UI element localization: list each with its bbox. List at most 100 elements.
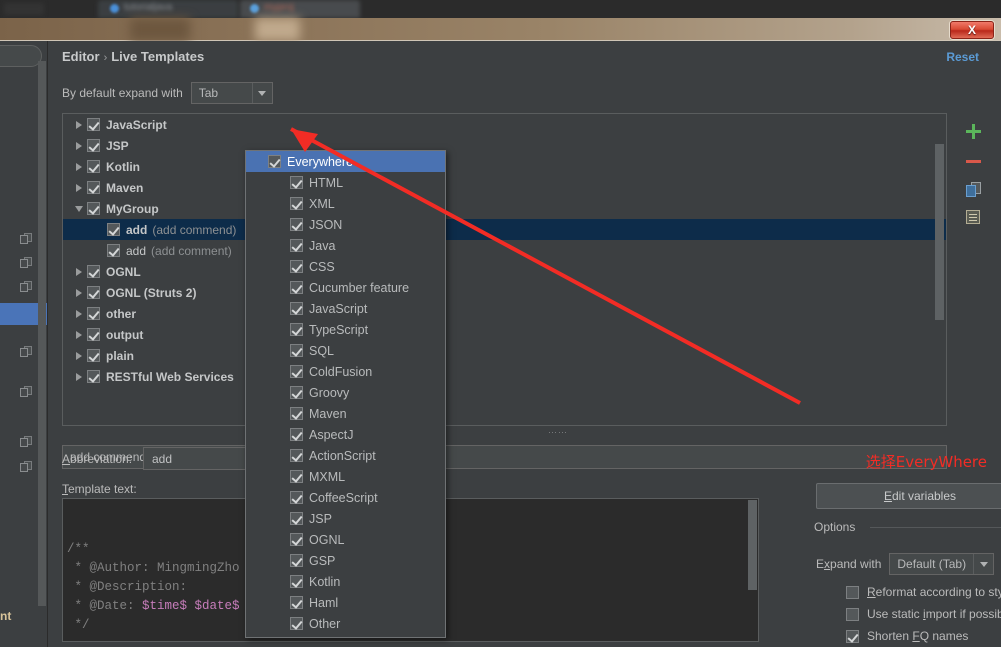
popup-context-row[interactable]: Kotlin bbox=[246, 571, 445, 592]
tree-item-checkbox[interactable] bbox=[87, 265, 100, 278]
popup-context-row[interactable]: AspectJ bbox=[246, 424, 445, 445]
tree-item-checkbox[interactable] bbox=[87, 160, 100, 173]
pane-splitter-handle[interactable]: ⋯⋯ bbox=[548, 427, 568, 438]
popup-context-checkbox[interactable] bbox=[290, 407, 303, 420]
popup-context-row[interactable]: Other bbox=[246, 613, 445, 634]
remove-template-button[interactable] bbox=[961, 149, 985, 173]
chevron-right-icon[interactable] bbox=[71, 183, 87, 192]
popup-context-checkbox[interactable] bbox=[290, 470, 303, 483]
popup-context-row[interactable]: CoffeeScript bbox=[246, 487, 445, 508]
tree-item-checkbox[interactable] bbox=[87, 139, 100, 152]
settings-search-input[interactable] bbox=[0, 45, 42, 67]
tree-item-checkbox[interactable] bbox=[87, 349, 100, 362]
popup-context-checkbox[interactable] bbox=[290, 323, 303, 336]
popup-context-checkbox[interactable] bbox=[290, 386, 303, 399]
window-close-button[interactable]: X bbox=[950, 21, 994, 39]
popup-context-row[interactable]: OGNL bbox=[246, 529, 445, 550]
context-selection-popup[interactable]: Everywhere HTML XML JSON Java CSS Cucumber fea… bbox=[245, 150, 446, 638]
popup-context-row[interactable]: Groovy bbox=[246, 382, 445, 403]
chevron-right-icon[interactable] bbox=[71, 288, 87, 297]
tree-row[interactable]: JSP bbox=[63, 135, 946, 156]
tree-row[interactable]: JavaScript bbox=[63, 114, 946, 135]
popup-context-checkbox[interactable] bbox=[290, 239, 303, 252]
tree-row[interactable]: Maven bbox=[63, 177, 946, 198]
popup-context-checkbox[interactable] bbox=[268, 155, 281, 168]
popup-context-row[interactable]: ColdFusion bbox=[246, 361, 445, 382]
popup-context-checkbox[interactable] bbox=[290, 533, 303, 546]
add-template-button[interactable] bbox=[961, 119, 985, 143]
reformat-checkbox[interactable] bbox=[846, 585, 859, 599]
popup-context-checkbox[interactable] bbox=[290, 281, 303, 294]
breadcrumb-root[interactable]: Editor bbox=[62, 49, 100, 64]
popup-context-row[interactable]: JSON bbox=[246, 214, 445, 235]
popup-context-row[interactable]: GSP bbox=[246, 550, 445, 571]
popup-context-checkbox[interactable] bbox=[290, 344, 303, 357]
tree-row[interactable]: RESTful Web Services bbox=[63, 366, 946, 387]
tree-row[interactable]: MyGroup bbox=[63, 198, 946, 219]
edit-variables-button[interactable]: Edit variables bbox=[816, 483, 1001, 509]
shorten-fq-checkbox[interactable] bbox=[846, 629, 859, 643]
template-tree-scrollbar[interactable] bbox=[935, 144, 944, 320]
option-reformat-row[interactable]: Reformat according to style bbox=[846, 585, 1001, 599]
tree-row[interactable]: Kotlin bbox=[63, 156, 946, 177]
popup-context-row[interactable]: JSP bbox=[246, 508, 445, 529]
chevron-down-icon[interactable] bbox=[973, 554, 993, 574]
duplicate-template-button[interactable] bbox=[961, 177, 985, 201]
popup-context-checkbox[interactable] bbox=[290, 491, 303, 504]
popup-context-checkbox[interactable] bbox=[290, 554, 303, 567]
popup-context-row[interactable]: HTML bbox=[246, 172, 445, 193]
popup-context-checkbox[interactable] bbox=[290, 365, 303, 378]
tree-row[interactable]: other bbox=[63, 303, 946, 324]
tree-item-checkbox[interactable] bbox=[107, 223, 120, 236]
option-shorten-fq-row[interactable]: Shorten FQ names bbox=[846, 629, 968, 643]
chevron-right-icon[interactable] bbox=[71, 330, 87, 339]
tree-item-checkbox[interactable] bbox=[87, 307, 100, 320]
tree-row[interactable]: add (add commend) bbox=[63, 219, 946, 240]
popup-context-row[interactable]: ActionScript bbox=[246, 445, 445, 466]
chevron-right-icon[interactable] bbox=[71, 372, 87, 381]
tree-item-checkbox[interactable] bbox=[87, 370, 100, 383]
tree-item-checkbox[interactable] bbox=[107, 244, 120, 257]
popup-context-checkbox[interactable] bbox=[290, 302, 303, 315]
settings-rail-scrollbar[interactable] bbox=[38, 61, 46, 606]
popup-context-checkbox[interactable] bbox=[290, 449, 303, 462]
popup-context-row[interactable]: TypeScript bbox=[246, 319, 445, 340]
popup-context-checkbox[interactable] bbox=[290, 575, 303, 588]
template-editor-scrollbar[interactable] bbox=[748, 500, 757, 590]
chevron-down-icon[interactable] bbox=[251, 83, 272, 103]
chevron-right-icon[interactable] bbox=[71, 351, 87, 360]
popup-context-row[interactable]: Everywhere bbox=[246, 151, 445, 172]
popup-context-row[interactable]: JavaScript bbox=[246, 298, 445, 319]
tree-item-checkbox[interactable] bbox=[87, 286, 100, 299]
tree-item-checkbox[interactable] bbox=[87, 181, 100, 194]
template-group-tree[interactable]: JavaScript JSP Kotlin Maven MyGroup add (add c… bbox=[62, 113, 947, 426]
popup-context-row[interactable]: SQL bbox=[246, 340, 445, 361]
tree-item-checkbox[interactable] bbox=[87, 328, 100, 341]
tree-item-checkbox[interactable] bbox=[87, 202, 100, 215]
chevron-right-icon[interactable] bbox=[71, 309, 87, 318]
chevron-right-icon[interactable] bbox=[71, 162, 87, 171]
chevron-right-icon[interactable] bbox=[71, 267, 87, 276]
static-import-checkbox[interactable] bbox=[846, 607, 859, 621]
tree-row[interactable]: OGNL bbox=[63, 261, 946, 282]
popup-context-row[interactable]: Maven bbox=[246, 403, 445, 424]
popup-context-checkbox[interactable] bbox=[290, 512, 303, 525]
popup-context-checkbox[interactable] bbox=[290, 617, 303, 630]
option-static-import-row[interactable]: Use static import if possible bbox=[846, 607, 1001, 621]
popup-context-row[interactable]: CSS bbox=[246, 256, 445, 277]
change-context-button[interactable] bbox=[961, 205, 985, 229]
popup-context-checkbox[interactable] bbox=[290, 218, 303, 231]
chevron-down-icon[interactable] bbox=[71, 205, 87, 212]
tree-row[interactable]: plain bbox=[63, 345, 946, 366]
tree-item-checkbox[interactable] bbox=[87, 118, 100, 131]
popup-context-row[interactable]: Java bbox=[246, 235, 445, 256]
popup-context-row[interactable]: Cucumber feature bbox=[246, 277, 445, 298]
popup-context-checkbox[interactable] bbox=[290, 176, 303, 189]
reset-link[interactable]: Reset bbox=[946, 50, 979, 64]
popup-context-row[interactable]: MXML bbox=[246, 466, 445, 487]
default-expand-combo[interactable]: Tab bbox=[190, 82, 273, 104]
popup-context-row[interactable]: Haml bbox=[246, 592, 445, 613]
tree-row[interactable]: add (add comment) bbox=[63, 240, 946, 261]
tree-row[interactable]: OGNL (Struts 2) bbox=[63, 282, 946, 303]
popup-context-checkbox[interactable] bbox=[290, 596, 303, 609]
